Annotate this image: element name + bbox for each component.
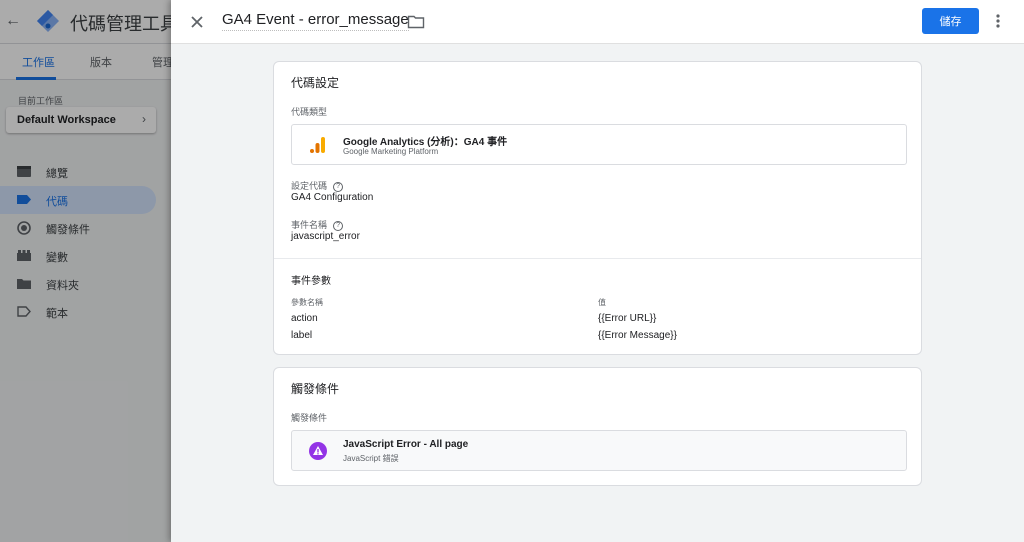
more-vert-icon[interactable] [989, 10, 1007, 32]
tag-type-selector[interactable]: Google Analytics (分析)：GA4 事件 Google Mark… [291, 124, 907, 165]
trigger-type: JavaScript 錯誤 [343, 454, 399, 463]
save-button[interactable]: 儲存 [922, 8, 979, 34]
param-value: {{Error URL}} [598, 313, 657, 324]
param-value-header: 值 [598, 298, 606, 307]
config-tag-label-text: 設定代碼 [291, 181, 328, 191]
tag-editor-panel: GA4 Event - error_message 儲存 代碼設定 代碼類型 G… [171, 0, 1024, 542]
param-name-header: 參數名稱 [291, 298, 323, 307]
google-analytics-icon [310, 137, 325, 153]
trigger-item[interactable]: JavaScript Error - All page JavaScript 錯… [291, 430, 907, 471]
param-name: action [291, 313, 318, 324]
tag-type-vendor: Google Marketing Platform [343, 147, 439, 156]
card-title: 代碼設定 [291, 76, 340, 90]
config-tag-value: GA4 Configuration [291, 192, 374, 203]
divider [274, 258, 921, 259]
help-icon[interactable]: ? [333, 181, 344, 192]
param-name: label [291, 330, 313, 341]
param-value: {{Error Message}} [598, 330, 677, 341]
triggering-card[interactable]: 觸發條件 觸發條件 JavaScript Error - All page Ja… [273, 367, 922, 486]
help-icon[interactable]: ? [333, 220, 344, 231]
card-title: 觸發條件 [291, 382, 340, 396]
javascript-error-trigger-icon [309, 442, 327, 460]
panel-header: GA4 Event - error_message 儲存 [171, 0, 1024, 44]
tag-name-title[interactable]: GA4 Event - error_message [222, 11, 409, 31]
close-icon[interactable] [185, 10, 209, 34]
tag-type-name: Google Analytics (分析)：GA4 事件 [343, 137, 508, 148]
config-tag-label: 設定代碼? [291, 179, 344, 192]
tag-configuration-card[interactable]: 代碼設定 代碼類型 Google Analytics (分析)：GA4 事件 G… [273, 61, 922, 355]
event-name-value: javascript_error [291, 231, 360, 242]
trigger-name: JavaScript Error - All page [343, 439, 469, 450]
tag-type-label: 代碼類型 [291, 107, 328, 117]
folder-icon[interactable] [407, 13, 425, 31]
event-parameters-title: 事件參數 [291, 276, 331, 287]
event-name-label-text: 事件名稱 [291, 220, 328, 230]
firing-triggers-label: 觸發條件 [291, 413, 328, 423]
event-name-label: 事件名稱? [291, 218, 344, 231]
